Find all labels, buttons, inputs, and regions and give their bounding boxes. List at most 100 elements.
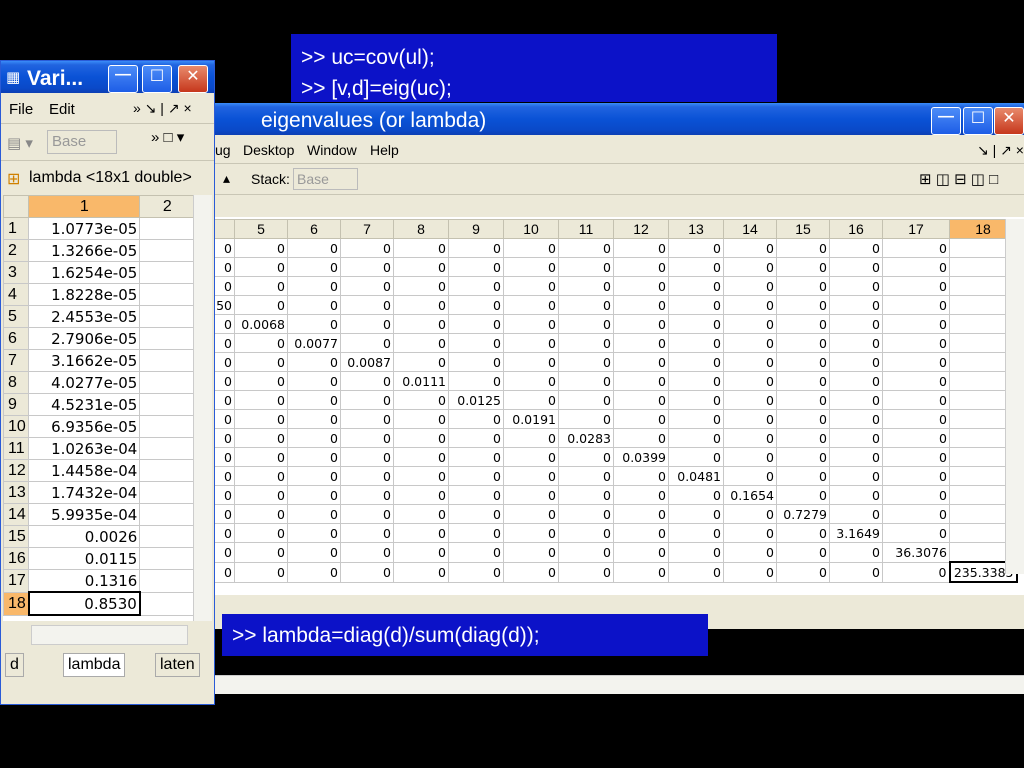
table-cell[interactable]: 0 [613, 409, 669, 429]
table-cell[interactable]: 0 [503, 352, 559, 372]
table-cell[interactable]: 0 [668, 428, 724, 448]
table-cell[interactable]: 0 [448, 542, 504, 563]
dock-icon[interactable]: » ↘ | ↗ × [133, 100, 192, 117]
table-cell[interactable]: 0 [723, 238, 777, 258]
table-cell[interactable]: 1.0263e-04 [28, 437, 141, 460]
empty-cell[interactable] [139, 239, 196, 262]
table-cell[interactable]: 0 [668, 352, 724, 372]
table-cell[interactable]: 0 [723, 390, 777, 410]
table-cell[interactable]: 5.9935e-04 [28, 503, 141, 526]
table-cell[interactable]: 0 [340, 447, 394, 467]
table-cell[interactable]: 0 [829, 352, 883, 372]
table-cell[interactable]: 0 [776, 542, 830, 563]
table-cell[interactable]: 0 [503, 371, 559, 391]
table-cell[interactable]: 0 [287, 523, 341, 543]
table-cell[interactable]: 0 [668, 447, 724, 467]
table-cell[interactable]: 0 [393, 276, 449, 296]
table-cell[interactable]: 0 [234, 504, 288, 524]
table-cell[interactable]: 0 [503, 485, 559, 505]
table-cell[interactable]: 0 [829, 447, 883, 467]
table-cell[interactable]: 0 [503, 561, 559, 583]
table-cell[interactable]: 0 [882, 466, 950, 486]
menu-help[interactable]: Help [370, 142, 399, 158]
table-cell[interactable]: 0 [776, 409, 830, 429]
empty-cell[interactable] [139, 393, 196, 416]
column-header[interactable]: 5 [234, 219, 288, 239]
table-cell[interactable]: 0 [287, 504, 341, 524]
table-cell[interactable]: 1.4458e-04 [28, 459, 141, 482]
table-cell[interactable]: 0 [829, 257, 883, 277]
empty-cell[interactable] [139, 327, 196, 350]
tab-d[interactable]: d [5, 653, 24, 677]
table-cell[interactable]: 0 [393, 447, 449, 467]
table-cell[interactable]: 0 [668, 561, 724, 583]
table-cell[interactable]: 0 [213, 504, 235, 524]
table-cell[interactable]: 0 [448, 504, 504, 524]
column-header[interactable]: 14 [723, 219, 777, 239]
base-select[interactable]: Base [47, 130, 117, 154]
table-cell[interactable]: 0 [829, 314, 883, 334]
table-cell[interactable]: 0 [503, 523, 559, 543]
table-cell[interactable]: 2.7906e-05 [28, 327, 141, 350]
table-cell[interactable]: 0.0399 [613, 447, 669, 467]
table-cell[interactable]: 0 [448, 314, 504, 334]
table-cell[interactable]: 0 [287, 428, 341, 448]
table-cell[interactable]: 0 [776, 371, 830, 391]
title-bar[interactable]: eigenvalues (or lambda) — ☐ ✕ [213, 103, 1024, 135]
table-cell[interactable]: 0 [503, 542, 559, 563]
empty-cell[interactable] [139, 415, 196, 438]
horizontal-scrollbar[interactable] [213, 675, 1024, 694]
table-cell[interactable]: 0 [448, 561, 504, 583]
table-cell[interactable]: 1.7432e-04 [28, 481, 141, 504]
table-cell[interactable]: 0 [558, 466, 614, 486]
table-cell[interactable]: 0 [213, 409, 235, 429]
table-cell[interactable]: 0 [776, 276, 830, 296]
row-header[interactable]: 12 [2, 459, 30, 482]
table-cell[interactable]: 0 [340, 485, 394, 505]
column-header[interactable]: 13 [668, 219, 724, 239]
table-cell[interactable]: 0 [234, 428, 288, 448]
row-header[interactable]: 16 [2, 547, 30, 570]
table-cell[interactable]: 0 [882, 371, 950, 391]
table-cell[interactable]: 0 [776, 238, 830, 258]
table-cell[interactable]: 0 [776, 447, 830, 467]
table-cell[interactable]: 0 [393, 542, 449, 563]
table-cell[interactable]: 0.1316 [28, 569, 141, 593]
table-cell[interactable]: 0 [882, 314, 950, 334]
column-header[interactable]: 1 [28, 195, 141, 218]
empty-cell[interactable] [139, 437, 196, 460]
column-header[interactable]: 17 [882, 219, 950, 239]
column-header[interactable]: 7 [340, 219, 394, 239]
table-cell[interactable]: 0 [882, 238, 950, 258]
table-cell[interactable]: 0 [448, 523, 504, 543]
table-cell[interactable]: 0 [776, 257, 830, 277]
table-cell[interactable]: 0 [558, 561, 614, 583]
column-header[interactable]: 15 [776, 219, 830, 239]
table-cell[interactable]: 0 [287, 352, 341, 372]
column-header[interactable]: 10 [503, 219, 559, 239]
table-cell[interactable]: 0 [340, 314, 394, 334]
table-cell[interactable]: 0 [558, 295, 614, 315]
table-cell[interactable]: 0 [234, 542, 288, 563]
empty-cell[interactable] [139, 459, 196, 482]
table-cell[interactable]: 0.0115 [28, 547, 141, 570]
table-cell[interactable]: 0 [213, 428, 235, 448]
table-cell[interactable]: 0 [776, 523, 830, 543]
table-cell[interactable]: 0 [287, 485, 341, 505]
table-cell[interactable]: 0 [393, 314, 449, 334]
table-cell[interactable]: 3.1649 [829, 523, 883, 543]
table-cell[interactable]: 0 [829, 371, 883, 391]
minimize-button[interactable]: — [931, 107, 961, 135]
table-cell[interactable]: 0 [234, 371, 288, 391]
table-cell[interactable]: 0 [558, 314, 614, 334]
empty-cell[interactable] [139, 503, 196, 526]
table-cell[interactable]: 0 [287, 314, 341, 334]
table-cell[interactable]: 0 [287, 466, 341, 486]
column-header[interactable]: 2 [139, 195, 196, 218]
table-cell[interactable]: 0.0191 [503, 409, 559, 429]
maximize-button[interactable]: ☐ [142, 65, 172, 93]
table-cell[interactable]: 0 [393, 523, 449, 543]
table-cell[interactable]: 0 [668, 371, 724, 391]
table-cell[interactable]: 0 [668, 238, 724, 258]
table-cell[interactable]: 0 [213, 352, 235, 372]
